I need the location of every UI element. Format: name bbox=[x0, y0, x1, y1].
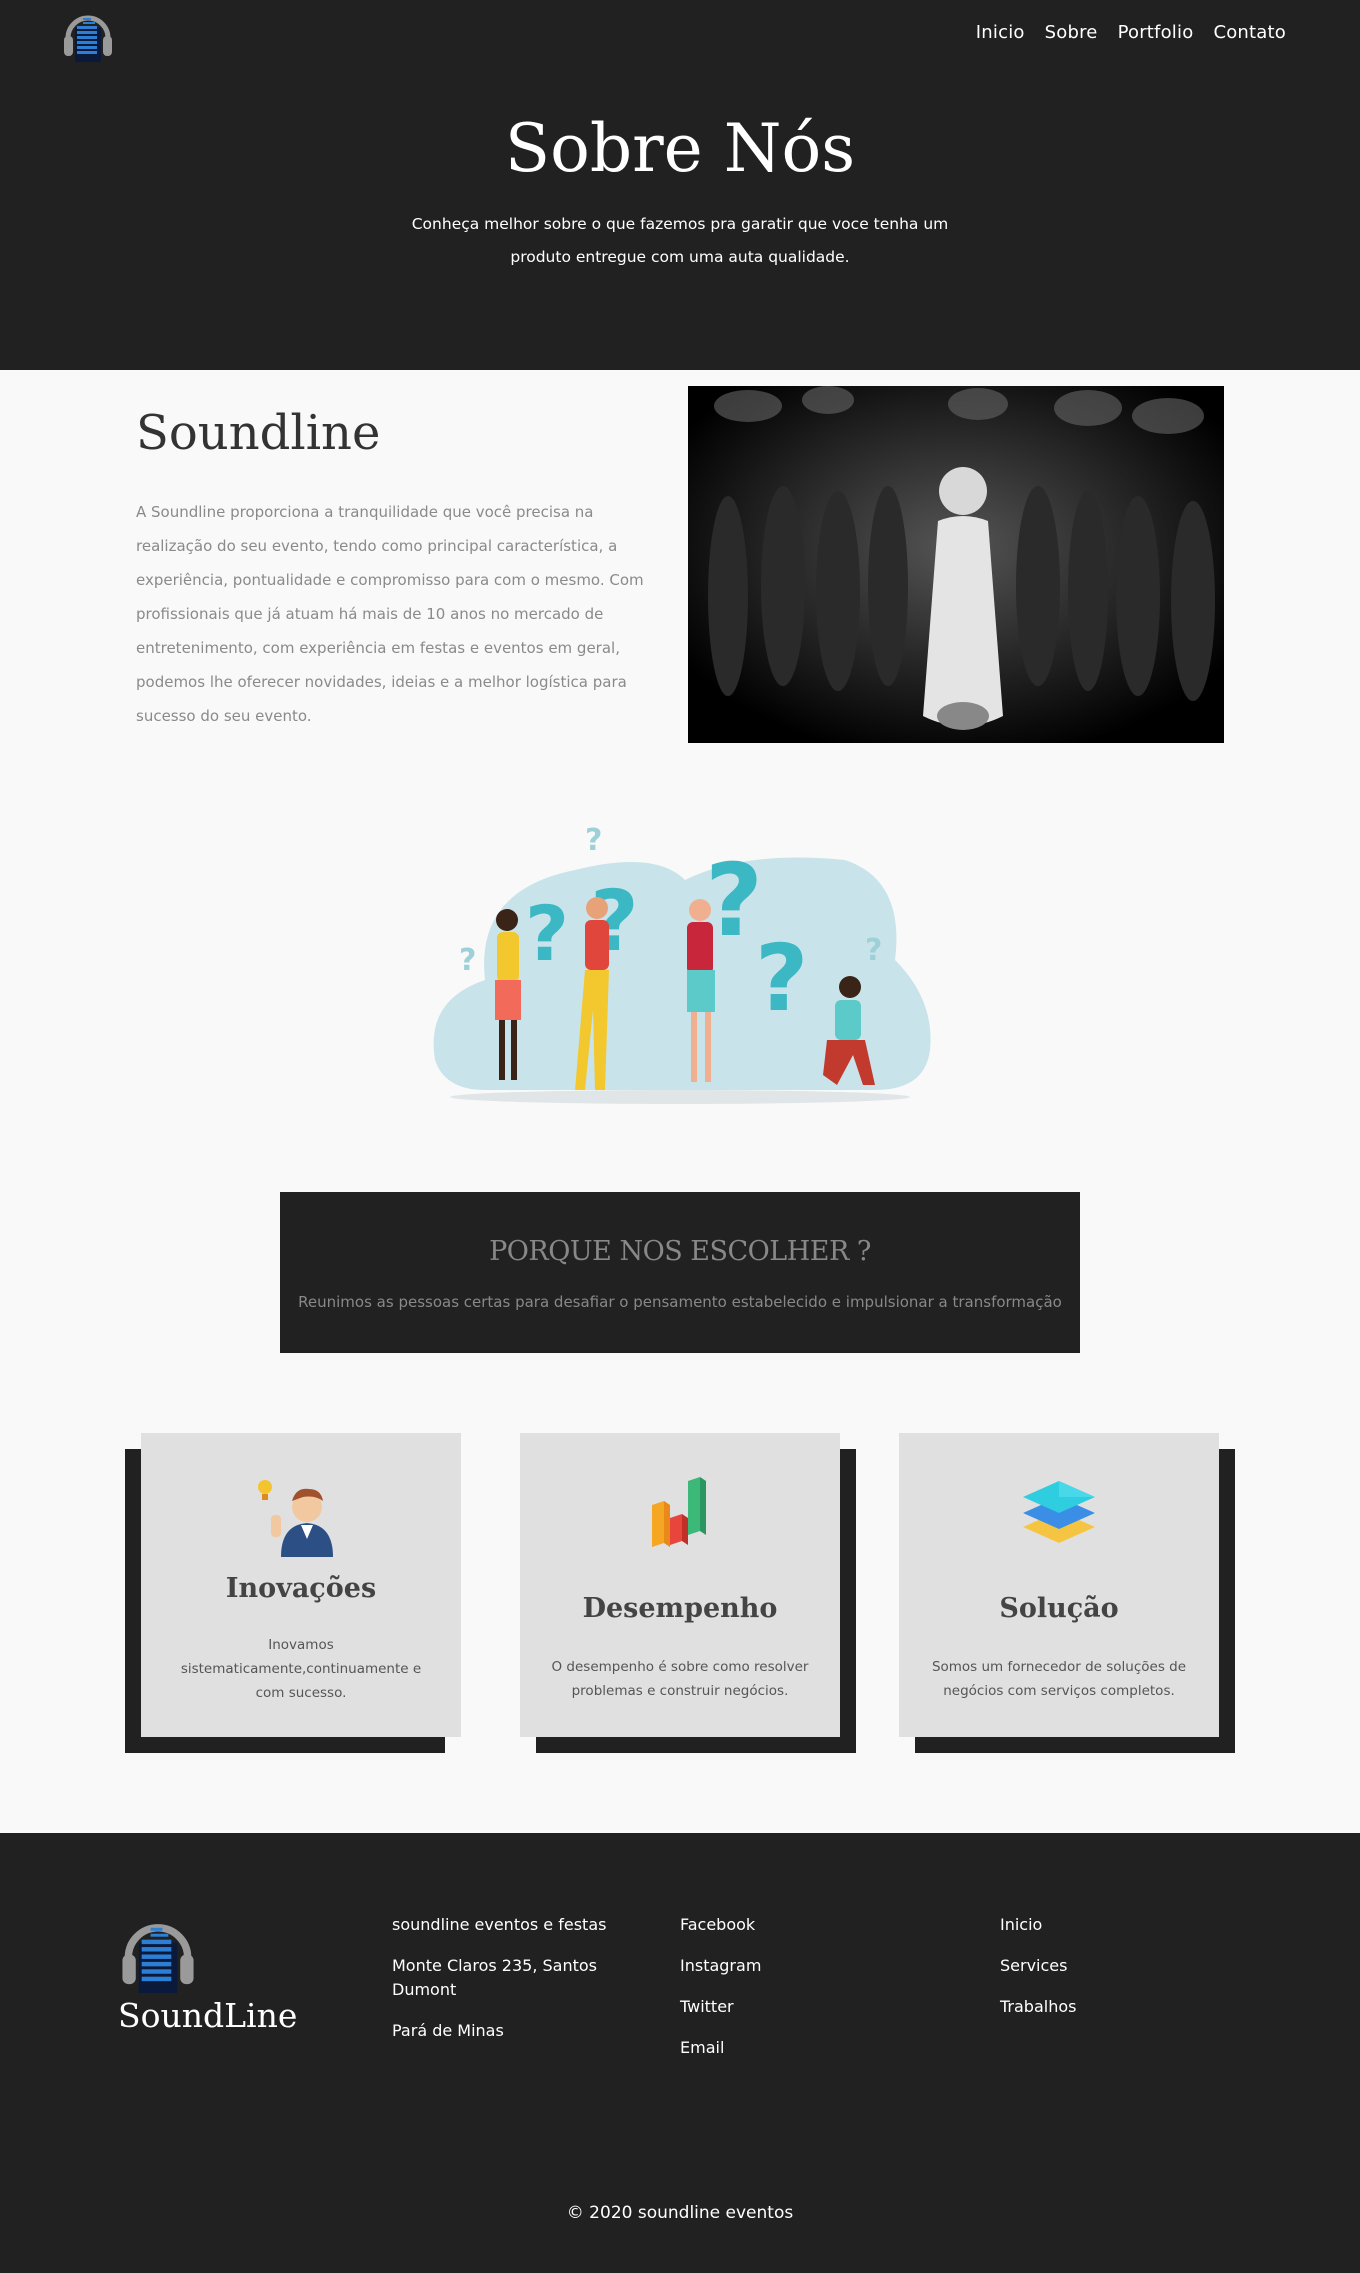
idea-person-icon bbox=[258, 1480, 333, 1557]
page-title: Sobre Nós bbox=[504, 110, 856, 187]
footer-brand: SoundLine bbox=[118, 1996, 298, 2035]
layers-icon bbox=[1023, 1481, 1095, 1543]
footer-link-trabalhos[interactable]: Trabalhos bbox=[1000, 1995, 1200, 2019]
card-title: Inovações bbox=[225, 1573, 377, 1604]
card-text: Somos um fornecedor de soluções de negóc… bbox=[931, 1659, 1187, 1699]
footer: SoundLine soundline eventos e festas Mon… bbox=[0, 1833, 1360, 2273]
svg-text:?: ? bbox=[585, 823, 602, 858]
svg-text:?: ? bbox=[459, 943, 476, 978]
footer-link-inicio[interactable]: Inicio bbox=[1000, 1913, 1200, 1937]
svg-text:?: ? bbox=[865, 933, 882, 968]
questions-illustration: ? ? ? ? ? ? ? bbox=[433, 823, 931, 1104]
address-line: Pará de Minas bbox=[392, 2021, 504, 2040]
nav-contato[interactable]: Contato bbox=[1213, 22, 1286, 43]
card-text: Inovamos sistematicamente,continuamente … bbox=[180, 1637, 422, 1701]
card-text: O desempenho é sobre como resolver probl… bbox=[551, 1659, 809, 1699]
footer-links: Inicio Services Trabalhos bbox=[1000, 1913, 1200, 2036]
svg-text:?: ? bbox=[755, 925, 808, 1032]
why-choose-us: PORQUE NOS ESCOLHER ? Reunimos as pessoa… bbox=[280, 1192, 1080, 1353]
nav-sobre[interactable]: Sobre bbox=[1045, 22, 1098, 43]
card-inovacoes: Inovações Inovamos sistematicamente,cont… bbox=[141, 1433, 461, 1737]
logo-icon[interactable] bbox=[62, 8, 114, 62]
footer-link-twitter[interactable]: Twitter bbox=[680, 1995, 880, 2019]
footer-address: soundline eventos e festas Monte Claros … bbox=[392, 1913, 622, 2060]
copyright: © 2020 soundline eventos bbox=[566, 2203, 794, 2223]
hero-header: Inicio Sobre Portfolio Contato Sobre Nós… bbox=[0, 0, 1360, 370]
footer-social: Facebook Instagram Twitter Email bbox=[680, 1913, 880, 2077]
hero-subtitle: Conheça melhor sobre o que fazemos pra g… bbox=[411, 215, 949, 266]
footer-logo-icon bbox=[122, 1924, 194, 1993]
footer-link-facebook[interactable]: Facebook bbox=[680, 1913, 880, 1937]
card-solucao: Solução Somos um fornecedor de soluções … bbox=[899, 1433, 1219, 1737]
main-nav: Inicio Sobre Portfolio Contato bbox=[976, 22, 1286, 43]
card-title: Desempenho bbox=[582, 1593, 778, 1624]
card-title: Solução bbox=[999, 1593, 1119, 1624]
why-subtitle: Reunimos as pessoas certas para desafiar… bbox=[298, 1293, 1062, 1311]
footer-link-instagram[interactable]: Instagram bbox=[680, 1954, 880, 1978]
why-title: PORQUE NOS ESCOLHER ? bbox=[489, 1236, 871, 1267]
bar-chart-icon bbox=[652, 1477, 706, 1547]
about-title: Soundline bbox=[136, 405, 381, 461]
nav-inicio[interactable]: Inicio bbox=[976, 22, 1025, 43]
footer-link-email[interactable]: Email bbox=[680, 2036, 880, 2060]
about-text: A Soundline proporciona a tranquilidade … bbox=[136, 503, 644, 725]
event-photo bbox=[688, 386, 1224, 743]
svg-text:?: ? bbox=[525, 889, 569, 978]
footer-link-services[interactable]: Services bbox=[1000, 1954, 1200, 1978]
address-line: soundline eventos e festas bbox=[392, 1915, 607, 1934]
address-line: Monte Claros 235, Santos Dumont bbox=[392, 1956, 598, 1999]
nav-portfolio[interactable]: Portfolio bbox=[1118, 22, 1194, 43]
card-desempenho: Desempenho O desempenho é sobre como res… bbox=[520, 1433, 840, 1737]
